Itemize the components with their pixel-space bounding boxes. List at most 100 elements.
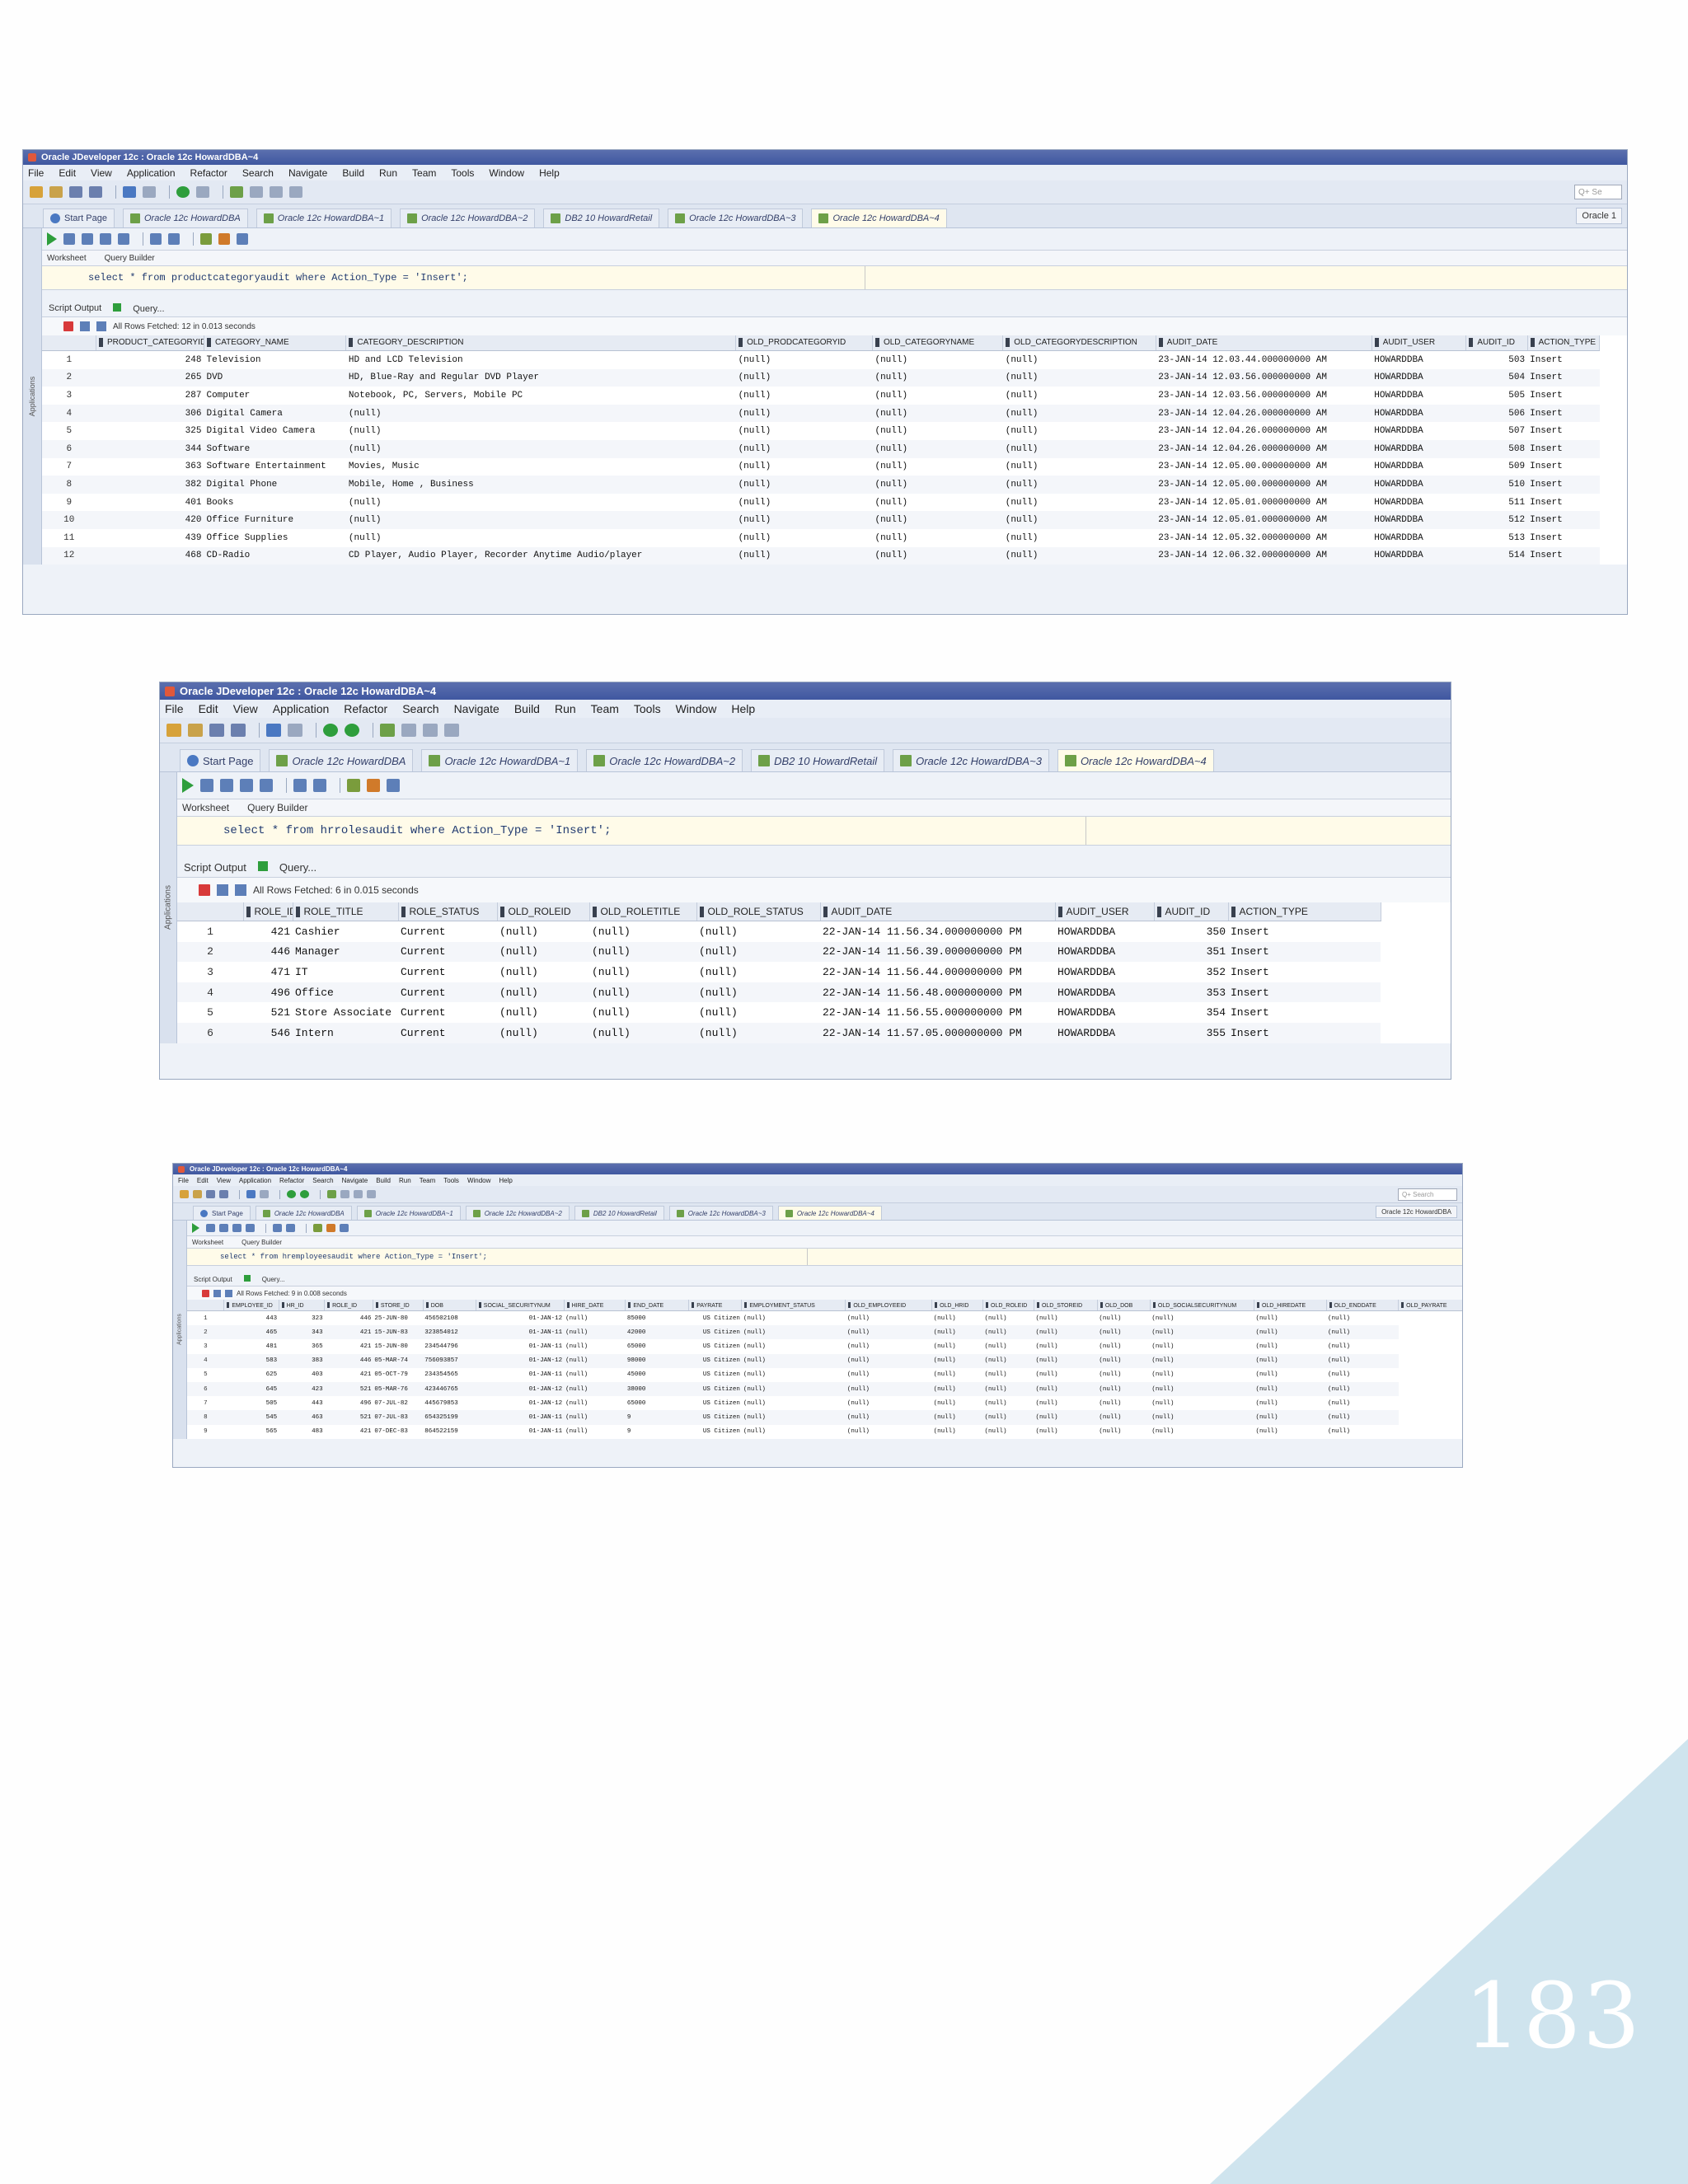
- table-cell[interactable]: (null): [1097, 1325, 1151, 1340]
- column-header[interactable]: OLD_ROLETITLE: [589, 902, 697, 921]
- search-input[interactable]: Q+ Se: [1574, 185, 1622, 199]
- new-file-icon[interactable]: [166, 724, 181, 737]
- tab-query-result[interactable]: Query...: [113, 302, 176, 314]
- table-cell[interactable]: HOWARDDBA: [1055, 921, 1154, 942]
- column-header[interactable]: OLD_HRID: [931, 1300, 983, 1311]
- table-cell[interactable]: 439: [96, 528, 204, 547]
- table-cell[interactable]: (null): [1254, 1310, 1327, 1326]
- tab-script-output[interactable]: Script Output: [49, 303, 101, 313]
- table-cell[interactable]: (null): [872, 457, 1003, 476]
- table-row[interactable]: 11 439 Office Supplies (null) (null) (null) (n…: [42, 528, 1600, 547]
- table-cell[interactable]: CD Player, Audio Player, Recorder Anytim…: [345, 546, 736, 565]
- table-cell[interactable]: (null): [845, 1367, 932, 1382]
- menu-navigate[interactable]: Navigate: [454, 702, 499, 715]
- table-cell[interactable]: Store Associate: [293, 1002, 398, 1023]
- table-cell[interactable]: 07-JUL-83: [373, 1410, 424, 1425]
- column-header[interactable]: DOB: [423, 1300, 476, 1311]
- column-header[interactable]: AUDIT_DATE: [820, 902, 1056, 921]
- sql-tuning-icon[interactable]: [246, 1224, 255, 1232]
- table-cell[interactable]: 546: [243, 1022, 293, 1043]
- table-cell[interactable]: 23-JAN-14 12.05.01.000000000 AM: [1156, 511, 1372, 529]
- table-cell[interactable]: (null): [872, 528, 1003, 547]
- table-cell[interactable]: (null): [735, 457, 873, 476]
- table-cell[interactable]: (null): [735, 422, 873, 440]
- table-cell[interactable]: 01-JAN-12: [476, 1396, 565, 1411]
- table-row[interactable]: 3 287 Computer Notebook, PC, Servers, Mobil…: [42, 387, 1600, 405]
- rollback-icon[interactable]: [240, 779, 253, 792]
- table-cell[interactable]: Insert: [1527, 422, 1600, 440]
- table-cell[interactable]: (null): [345, 493, 736, 512]
- table-cell[interactable]: 23-JAN-14 12.05.00.000000000 AM: [1156, 476, 1372, 494]
- sql-editor[interactable]: select * from hremployeesaudit where Act…: [187, 1249, 1462, 1266]
- menu-edit[interactable]: Edit: [199, 702, 218, 715]
- table-cell[interactable]: (null): [345, 422, 736, 440]
- column-header[interactable]: CATEGORY_NAME: [204, 335, 347, 351]
- table-row[interactable]: 6 645 423 521 05-MAR-76 423446765 01-JAN-12 (nu…: [187, 1381, 1462, 1397]
- table-row[interactable]: 2 265 DVD HD, Blue-Ray and Regular DVD Play…: [42, 368, 1600, 387]
- table-cell[interactable]: 25-JUN-80: [373, 1310, 424, 1326]
- table-cell[interactable]: (null): [845, 1396, 932, 1411]
- table-cell[interactable]: (null): [1034, 1325, 1098, 1340]
- column-header[interactable]: ROLE_TITLE: [293, 902, 399, 921]
- menu-tools[interactable]: Tools: [451, 167, 474, 179]
- table-cell[interactable]: 9: [625, 1410, 689, 1425]
- column-header[interactable]: STORE_ID: [373, 1300, 424, 1311]
- run-project-icon[interactable]: [423, 724, 438, 737]
- table-cell[interactable]: 521: [324, 1381, 373, 1397]
- table-cell[interactable]: Insert: [1527, 404, 1600, 423]
- table-cell[interactable]: 505: [1465, 387, 1528, 405]
- tab-start-page[interactable]: Start Page: [43, 209, 115, 227]
- table-cell[interactable]: (null): [872, 493, 1003, 512]
- tab-connection[interactable]: DB2 10 HowardRetail: [751, 749, 885, 771]
- table-cell[interactable]: 05-MAR-74: [373, 1353, 424, 1368]
- menu-help[interactable]: Help: [539, 167, 560, 179]
- table-cell[interactable]: HOWARDDBA: [1372, 511, 1466, 529]
- table-cell[interactable]: 471: [243, 962, 293, 982]
- table-cell[interactable]: 323854012: [423, 1325, 476, 1340]
- table-cell[interactable]: Software Entertainment: [204, 457, 346, 476]
- menu-tools[interactable]: Tools: [443, 1177, 459, 1184]
- tab-connection[interactable]: Oracle 12c HowardDBA~2: [465, 1206, 570, 1220]
- table-cell[interactable]: 445679853: [423, 1396, 476, 1411]
- table-cell[interactable]: (null): [1034, 1424, 1098, 1439]
- column-header[interactable]: EMPLOYMENT_STATUS: [741, 1300, 846, 1311]
- table-cell[interactable]: HOWARDDBA: [1372, 387, 1466, 405]
- table-cell[interactable]: (null): [845, 1353, 932, 1368]
- tab-connection-active[interactable]: Oracle 12c HowardDBA~4: [777, 1206, 882, 1220]
- table-cell[interactable]: Insert: [1228, 982, 1381, 1003]
- table-cell[interactable]: (null): [931, 1424, 983, 1439]
- table-cell[interactable]: 23-JAN-14 12.05.01.000000000 AM: [1156, 493, 1372, 512]
- menu-help[interactable]: Help: [731, 702, 755, 715]
- table-cell[interactable]: (null): [931, 1410, 983, 1425]
- table-cell[interactable]: (null): [1254, 1353, 1327, 1368]
- table-cell[interactable]: 01-JAN-11: [476, 1339, 565, 1354]
- sql-editor[interactable]: select * from hrrolesaudit where Action_…: [177, 817, 1451, 846]
- table-cell[interactable]: (null): [1326, 1381, 1399, 1397]
- menu-search[interactable]: Search: [402, 702, 438, 715]
- table-row[interactable]: 8 382 Digital Phone Mobile, Home , Business…: [42, 476, 1600, 494]
- table-cell[interactable]: 513: [1465, 528, 1528, 547]
- table-cell[interactable]: (null): [589, 982, 696, 1003]
- table-cell[interactable]: 521: [324, 1410, 373, 1425]
- table-cell[interactable]: 446: [324, 1353, 373, 1368]
- column-header[interactable]: OLD_DOB: [1097, 1300, 1151, 1311]
- table-cell[interactable]: 403: [279, 1367, 325, 1382]
- tab-query-result[interactable]: Query...: [257, 860, 328, 874]
- table-cell[interactable]: HOWARDDBA: [1055, 962, 1154, 982]
- table-cell[interactable]: (null): [497, 941, 589, 963]
- commit-icon[interactable]: [220, 779, 233, 792]
- table-row[interactable]: 1 443 323 446 25-JUN-80 456502108 01-JAN-12 (nu…: [187, 1310, 1462, 1326]
- save-icon[interactable]: [206, 1190, 215, 1198]
- table-cell[interactable]: (null): [741, 1353, 846, 1368]
- sql-editor[interactable]: select * from productcategoryaudit where…: [42, 266, 1627, 290]
- column-header[interactable]: OLD_CATEGORYNAME: [872, 335, 1004, 351]
- menu-view[interactable]: View: [217, 1177, 231, 1184]
- table-cell[interactable]: (null): [497, 1002, 589, 1023]
- table-cell[interactable]: Current: [398, 982, 497, 1003]
- table-cell[interactable]: 511: [1465, 493, 1528, 512]
- table-cell[interactable]: 383: [279, 1353, 325, 1368]
- tab-connection[interactable]: Oracle 12c HowardDBA~3: [668, 1206, 773, 1220]
- table-cell[interactable]: 01-JAN-12: [476, 1353, 565, 1368]
- save-all-icon[interactable]: [89, 186, 102, 198]
- table-cell[interactable]: 354: [1154, 1002, 1228, 1023]
